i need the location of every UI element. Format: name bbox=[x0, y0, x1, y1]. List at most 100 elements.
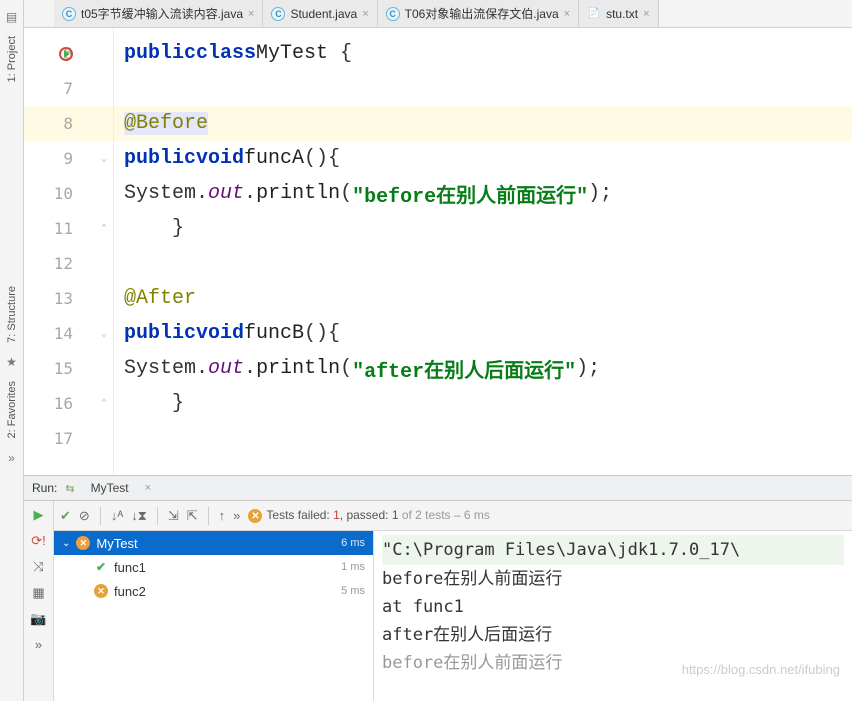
favorites-tool-button[interactable]: 2: Favorites bbox=[6, 373, 18, 446]
java-class-icon: C bbox=[386, 7, 400, 21]
run-tool-header: Run: ⇆ MyTest × bbox=[24, 475, 852, 501]
line-number: 15 bbox=[54, 359, 73, 378]
project-rail-icon: ▤ bbox=[6, 10, 17, 24]
rerun-icon[interactable]: ▶ bbox=[34, 507, 44, 523]
line-number: 12 bbox=[54, 254, 73, 273]
console-line: before在别人前面运行 bbox=[382, 649, 844, 677]
chevron-down-icon[interactable]: ⌄ bbox=[62, 538, 70, 549]
more-icon[interactable]: » bbox=[233, 508, 240, 523]
text-file-icon: 📄 bbox=[587, 7, 601, 21]
gutter-line[interactable]: 14 ⌄ bbox=[24, 316, 113, 351]
close-icon[interactable]: × bbox=[145, 482, 151, 494]
close-icon[interactable]: × bbox=[564, 8, 570, 20]
prev-icon[interactable]: ↑ bbox=[219, 508, 226, 523]
editor-tab[interactable]: C Student.java × bbox=[263, 0, 377, 27]
editor-tab[interactable]: 📄 stu.txt × bbox=[579, 0, 658, 27]
run-tab[interactable]: MyTest bbox=[83, 479, 137, 497]
line-number: 14 bbox=[54, 324, 73, 343]
left-tool-rail: ▤ 1: Project 7: Structure ★ 2: Favorites… bbox=[0, 0, 24, 701]
show-ignored-icon[interactable]: ⊘ bbox=[79, 508, 90, 524]
annotation-after: @After bbox=[124, 287, 196, 310]
sort-alpha-icon[interactable]: ↓ᴬ bbox=[111, 508, 123, 523]
gutter-line[interactable]: 9⌄ bbox=[24, 141, 113, 176]
line-number: 11 bbox=[54, 219, 73, 238]
gutter-line[interactable]: 11 ⌃ bbox=[24, 211, 113, 246]
collapse-all-icon[interactable]: ⇱ bbox=[187, 508, 198, 524]
tab-label: t05字节缓冲输入流读内容.java bbox=[81, 5, 243, 22]
run-toolbar: ✔ ⊘ ↓ᴬ ↓⧗ ⇲ ⇱ ↑ » ✕Tests failed: 1, pass… bbox=[54, 501, 852, 531]
more-icon[interactable]: » bbox=[35, 637, 42, 652]
editor-tab[interactable]: C T06对象输出流保存文伯.java × bbox=[378, 0, 579, 27]
gutter-line[interactable]: 17 bbox=[24, 421, 113, 456]
java-class-icon: C bbox=[271, 7, 285, 21]
gutter-line[interactable]: 6 bbox=[24, 36, 113, 71]
test-duration: 6 ms bbox=[341, 537, 365, 549]
gutter-line[interactable]: 13 bbox=[24, 281, 113, 316]
project-tool-button[interactable]: 1: Project bbox=[6, 28, 18, 90]
fold-icon[interactable]: ⌄ bbox=[101, 153, 107, 164]
run-label: Run: bbox=[32, 481, 57, 495]
close-icon[interactable]: × bbox=[643, 8, 649, 20]
test-name: func1 bbox=[114, 560, 146, 575]
line-number: 10 bbox=[54, 184, 73, 203]
gutter-line[interactable]: 12 bbox=[24, 246, 113, 281]
close-icon[interactable]: × bbox=[248, 8, 254, 20]
stop-icon[interactable]: ▦ bbox=[32, 585, 44, 601]
run-left-toolbar: ▶ ⟳! ⤨ ▦ 📷 » bbox=[24, 501, 54, 701]
editor-gutter: 6 7 8 9⌄ 10 11⌃ 12 13 14⌄ 15 16⌃ 17 bbox=[24, 28, 114, 475]
run-config-icon[interactable]: ⇆ bbox=[65, 482, 74, 495]
line-number: 7 bbox=[63, 79, 73, 98]
gutter-line[interactable]: 16 ⌃ bbox=[24, 386, 113, 421]
run-gutter-icon[interactable] bbox=[58, 46, 74, 62]
gutter-line[interactable]: 15 bbox=[24, 351, 113, 386]
line-number: 16 bbox=[54, 394, 73, 413]
console-line: before在别人前面运行 bbox=[382, 565, 844, 593]
console-line: "C:\Program Files\Java\jdk1.7.0_17\ bbox=[382, 535, 844, 565]
test-node[interactable]: ✕ func2 5 ms bbox=[54, 579, 373, 603]
test-duration: 1 ms bbox=[341, 561, 365, 573]
tab-label: stu.txt bbox=[606, 7, 638, 21]
line-number: 17 bbox=[54, 429, 73, 448]
status-fail-icon: ✕ bbox=[76, 536, 90, 550]
toggle-auto-icon[interactable]: ⤨ bbox=[33, 559, 43, 575]
fold-icon[interactable]: ⌃ bbox=[101, 223, 107, 234]
test-node[interactable]: ✔ func1 1 ms bbox=[54, 555, 373, 579]
fold-icon[interactable]: ⌃ bbox=[101, 398, 107, 409]
export-icon[interactable]: 📷 bbox=[30, 611, 46, 627]
fold-icon[interactable]: ⌄ bbox=[101, 328, 107, 339]
tab-label: T06对象输出流保存文伯.java bbox=[405, 5, 559, 22]
star-icon: ★ bbox=[6, 355, 17, 369]
editor-tab[interactable]: C t05字节缓冲输入流读内容.java × bbox=[54, 0, 263, 27]
test-tree[interactable]: ⌄ ✕ MyTest 6 ms ✔ func1 1 ms bbox=[54, 531, 374, 701]
gutter-line[interactable]: 8 bbox=[24, 106, 113, 141]
sort-duration-icon[interactable]: ↓⧗ bbox=[131, 508, 147, 524]
test-duration: 5 ms bbox=[341, 585, 365, 597]
line-number: 8 bbox=[63, 114, 73, 133]
code-area[interactable]: public class MyTest { @Before public voi… bbox=[114, 28, 852, 475]
line-number: 9 bbox=[63, 149, 73, 168]
test-name: MyTest bbox=[96, 536, 137, 551]
close-icon[interactable]: × bbox=[362, 8, 368, 20]
code-editor[interactable]: 6 7 8 9⌄ 10 11⌃ 12 13 14⌄ 15 16⌃ 17 publ… bbox=[24, 28, 852, 475]
gutter-line[interactable]: 7 bbox=[24, 71, 113, 106]
tab-label: Student.java bbox=[290, 7, 357, 21]
editor-tabs-bar: C t05字节缓冲输入流读内容.java × C Student.java × … bbox=[24, 0, 852, 28]
tests-failed-icon: ✕ bbox=[248, 509, 262, 523]
rerun-failed-icon[interactable]: ⟳! bbox=[31, 533, 46, 549]
structure-tool-button[interactable]: 7: Structure bbox=[6, 278, 18, 351]
console-line: after在别人后面运行 bbox=[382, 621, 844, 649]
console-output[interactable]: "C:\Program Files\Java\jdk1.7.0_17\ befo… bbox=[374, 531, 852, 701]
status-fail-icon: ✕ bbox=[94, 584, 108, 598]
expand-all-icon[interactable]: ⇲ bbox=[168, 508, 179, 524]
show-passed-icon[interactable]: ✔ bbox=[60, 508, 71, 524]
gutter-line[interactable]: 10 bbox=[24, 176, 113, 211]
test-node-root[interactable]: ⌄ ✕ MyTest 6 ms bbox=[54, 531, 373, 555]
line-number: 13 bbox=[54, 289, 73, 308]
expand-icon[interactable]: » bbox=[8, 451, 15, 465]
annotation-before: @Before bbox=[124, 112, 208, 135]
console-line: at func1 bbox=[382, 593, 844, 621]
status-pass-icon: ✔ bbox=[94, 560, 108, 574]
java-class-icon: C bbox=[62, 7, 76, 21]
test-name: func2 bbox=[114, 584, 146, 599]
test-summary: ✕Tests failed: 1, passed: 1 of 2 tests –… bbox=[248, 508, 489, 524]
